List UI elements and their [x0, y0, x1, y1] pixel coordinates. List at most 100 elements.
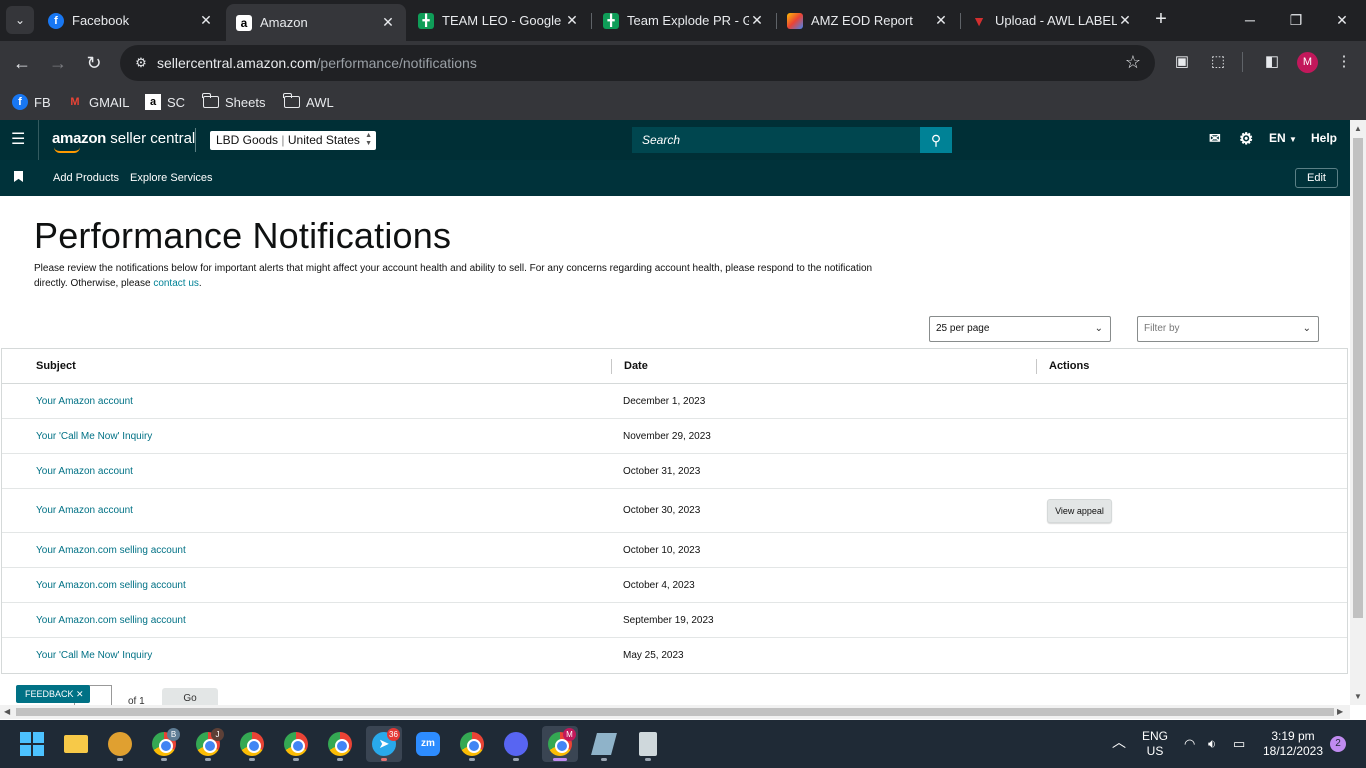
- scroll-up-icon[interactable]: ▲: [1353, 124, 1363, 133]
- tab-facebook[interactable]: f Facebook ✕: [38, 4, 224, 37]
- header-subject[interactable]: Subject: [36, 360, 76, 372]
- bookmark-fb[interactable]: f FB: [12, 92, 51, 112]
- start-button[interactable]: [14, 726, 50, 762]
- side-panel-icon[interactable]: ◧: [1260, 50, 1284, 74]
- menu-icon[interactable]: ⋮: [1332, 50, 1356, 74]
- close-icon[interactable]: ✕: [933, 12, 949, 29]
- scrollbar-thumb[interactable]: [1353, 138, 1363, 618]
- scroll-left-icon[interactable]: ◀: [4, 707, 10, 716]
- notification-subject-link[interactable]: Your Amazon account: [36, 505, 133, 516]
- taskbar-discord[interactable]: [498, 726, 534, 762]
- notification-subject-link[interactable]: Your Amazon account: [36, 466, 133, 477]
- input-language-indicator[interactable]: ENG US: [1140, 729, 1170, 759]
- edit-nav-button[interactable]: Edit: [1295, 168, 1338, 188]
- horizontal-scrollbar[interactable]: ◀ ▶: [0, 705, 1350, 719]
- notification-subject-link[interactable]: Your 'Call Me Now' Inquiry: [36, 650, 152, 661]
- filter-select[interactable]: Filter by ⌄: [1137, 316, 1319, 342]
- hamburger-menu-icon[interactable]: ☰: [11, 132, 26, 148]
- bookmark-sheets-folder[interactable]: Sheets: [202, 92, 265, 112]
- bookmark-gmail[interactable]: M GMAIL: [67, 92, 129, 112]
- feedback-button[interactable]: FEEDBACK ✕: [16, 685, 90, 703]
- site-settings-icon[interactable]: ⚙: [132, 54, 150, 72]
- close-icon[interactable]: ✕: [749, 12, 765, 29]
- scroll-down-icon[interactable]: ▼: [1353, 692, 1363, 701]
- header-actions: Actions: [1049, 360, 1090, 372]
- account-switcher[interactable]: LBD Goods | United States ▲ ▼: [210, 131, 376, 150]
- help-link[interactable]: Help: [1311, 131, 1337, 145]
- nav-explore-services[interactable]: Explore Services: [130, 172, 213, 184]
- profile-badge: J: [211, 728, 224, 741]
- taskbar-chrome-4[interactable]: [278, 726, 314, 762]
- contact-us-link[interactable]: contact us: [153, 278, 199, 289]
- minimize-button[interactable]: ─: [1238, 8, 1262, 32]
- restore-button[interactable]: ❐: [1284, 8, 1308, 32]
- volume-icon[interactable]: 🔉︎: [1208, 736, 1216, 751]
- notification-subject-link[interactable]: Your Amazon account: [36, 396, 133, 407]
- header-date[interactable]: Date: [624, 360, 648, 372]
- system-clock[interactable]: 3:19 pm 18/12/2023: [1260, 729, 1326, 759]
- close-icon[interactable]: ✕: [76, 689, 84, 699]
- tab-awl-label[interactable]: ▼ Upload - AWL LABEL ✕: [961, 4, 1143, 37]
- tab-amz-eod[interactable]: AMZ EOD Report ✕: [777, 4, 959, 37]
- view-appeal-button[interactable]: View appeal: [1047, 499, 1112, 523]
- reload-button[interactable]: ↻: [80, 49, 108, 77]
- url-host: sellercentral.amazon.com: [157, 55, 317, 71]
- nav-add-products[interactable]: Add Products: [53, 172, 119, 184]
- language-selector[interactable]: EN ▼: [1269, 131, 1297, 145]
- google-sheets-icon: ╋: [418, 12, 434, 29]
- taskbar-chrome-profile-m[interactable]: M: [542, 726, 578, 762]
- extensions-icon[interactable]: ⬚: [1206, 50, 1230, 74]
- wifi-icon[interactable]: ◠: [1184, 736, 1195, 751]
- notification-subject-link[interactable]: Your Amazon.com selling account: [36, 545, 186, 556]
- taskbar-chrome-3[interactable]: [234, 726, 270, 762]
- bookmark-awl-folder[interactable]: AWL: [283, 92, 334, 112]
- scrollbar-thumb[interactable]: [16, 708, 1334, 716]
- taskbar-telegram[interactable]: ➤ 36: [366, 726, 402, 762]
- gear-icon[interactable]: ⚙: [1239, 129, 1253, 149]
- close-icon[interactable]: ✕: [564, 12, 580, 29]
- go-button[interactable]: Go: [162, 688, 218, 705]
- show-hidden-icons-chevron-icon[interactable]: ︿: [1112, 735, 1126, 750]
- running-indicator: [381, 758, 387, 761]
- taskbar-zoom[interactable]: zm: [410, 726, 446, 762]
- mail-icon[interactable]: ✉: [1209, 130, 1221, 147]
- taskbar-chrome-6[interactable]: [454, 726, 490, 762]
- notification-count-badge[interactable]: 2: [1330, 736, 1346, 752]
- bookmark-icon[interactable]: [14, 171, 23, 182]
- close-icon[interactable]: ✕: [198, 12, 214, 29]
- taskbar-chrome-profile-j[interactable]: J: [190, 726, 226, 762]
- search-input[interactable]: Search: [632, 127, 920, 153]
- taskbar-chrome-profile-b[interactable]: B: [146, 726, 182, 762]
- per-page-select[interactable]: 25 per page ⌄: [929, 316, 1111, 342]
- scroll-right-icon[interactable]: ▶: [1337, 707, 1343, 716]
- tab-search-button[interactable]: ⌄: [6, 6, 34, 34]
- account-store: LBD Goods: [216, 133, 279, 147]
- url-text[interactable]: sellercentral.amazon.com/performance/not…: [157, 55, 477, 71]
- taskbar-chrome-5[interactable]: [322, 726, 358, 762]
- vertical-scrollbar[interactable]: ▲ ▼: [1350, 120, 1366, 705]
- search-button[interactable]: ⚲: [920, 127, 952, 153]
- profile-avatar[interactable]: M: [1297, 52, 1318, 73]
- tab-team-explode[interactable]: ╋ Team Explode PR - G ✕: [593, 4, 775, 37]
- bookmark-star-icon[interactable]: ☆: [1125, 52, 1141, 73]
- screenshot-icon[interactable]: ▣: [1170, 50, 1194, 74]
- taskbar-file-explorer[interactable]: [58, 726, 94, 762]
- forward-button[interactable]: →: [44, 49, 72, 77]
- taskbar-app-character[interactable]: [102, 726, 138, 762]
- close-icon[interactable]: ✕: [380, 14, 396, 31]
- bookmark-sc[interactable]: a SC: [145, 92, 185, 112]
- seller-central-logo[interactable]: amazon seller central: [52, 130, 195, 153]
- tab-amazon[interactable]: a Amazon ✕: [226, 4, 406, 41]
- new-tab-button[interactable]: +: [1150, 8, 1172, 30]
- taskbar-calculator[interactable]: [630, 726, 666, 762]
- notification-subject-link[interactable]: Your Amazon.com selling account: [36, 580, 186, 591]
- notification-subject-link[interactable]: Your 'Call Me Now' Inquiry: [36, 431, 152, 442]
- close-window-button[interactable]: ✕: [1330, 8, 1354, 32]
- close-icon[interactable]: ✕: [1117, 12, 1133, 29]
- taskbar-notes-app[interactable]: [586, 726, 622, 762]
- battery-icon[interactable]: ▭: [1233, 736, 1245, 751]
- notification-subject-link[interactable]: Your Amazon.com selling account: [36, 615, 186, 626]
- back-button[interactable]: ←: [8, 49, 36, 77]
- tab-team-leo[interactable]: ╋ TEAM LEO - Google S ✕: [408, 4, 590, 37]
- address-bar[interactable]: ⚙ sellercentral.amazon.com/performance/n…: [120, 45, 1155, 81]
